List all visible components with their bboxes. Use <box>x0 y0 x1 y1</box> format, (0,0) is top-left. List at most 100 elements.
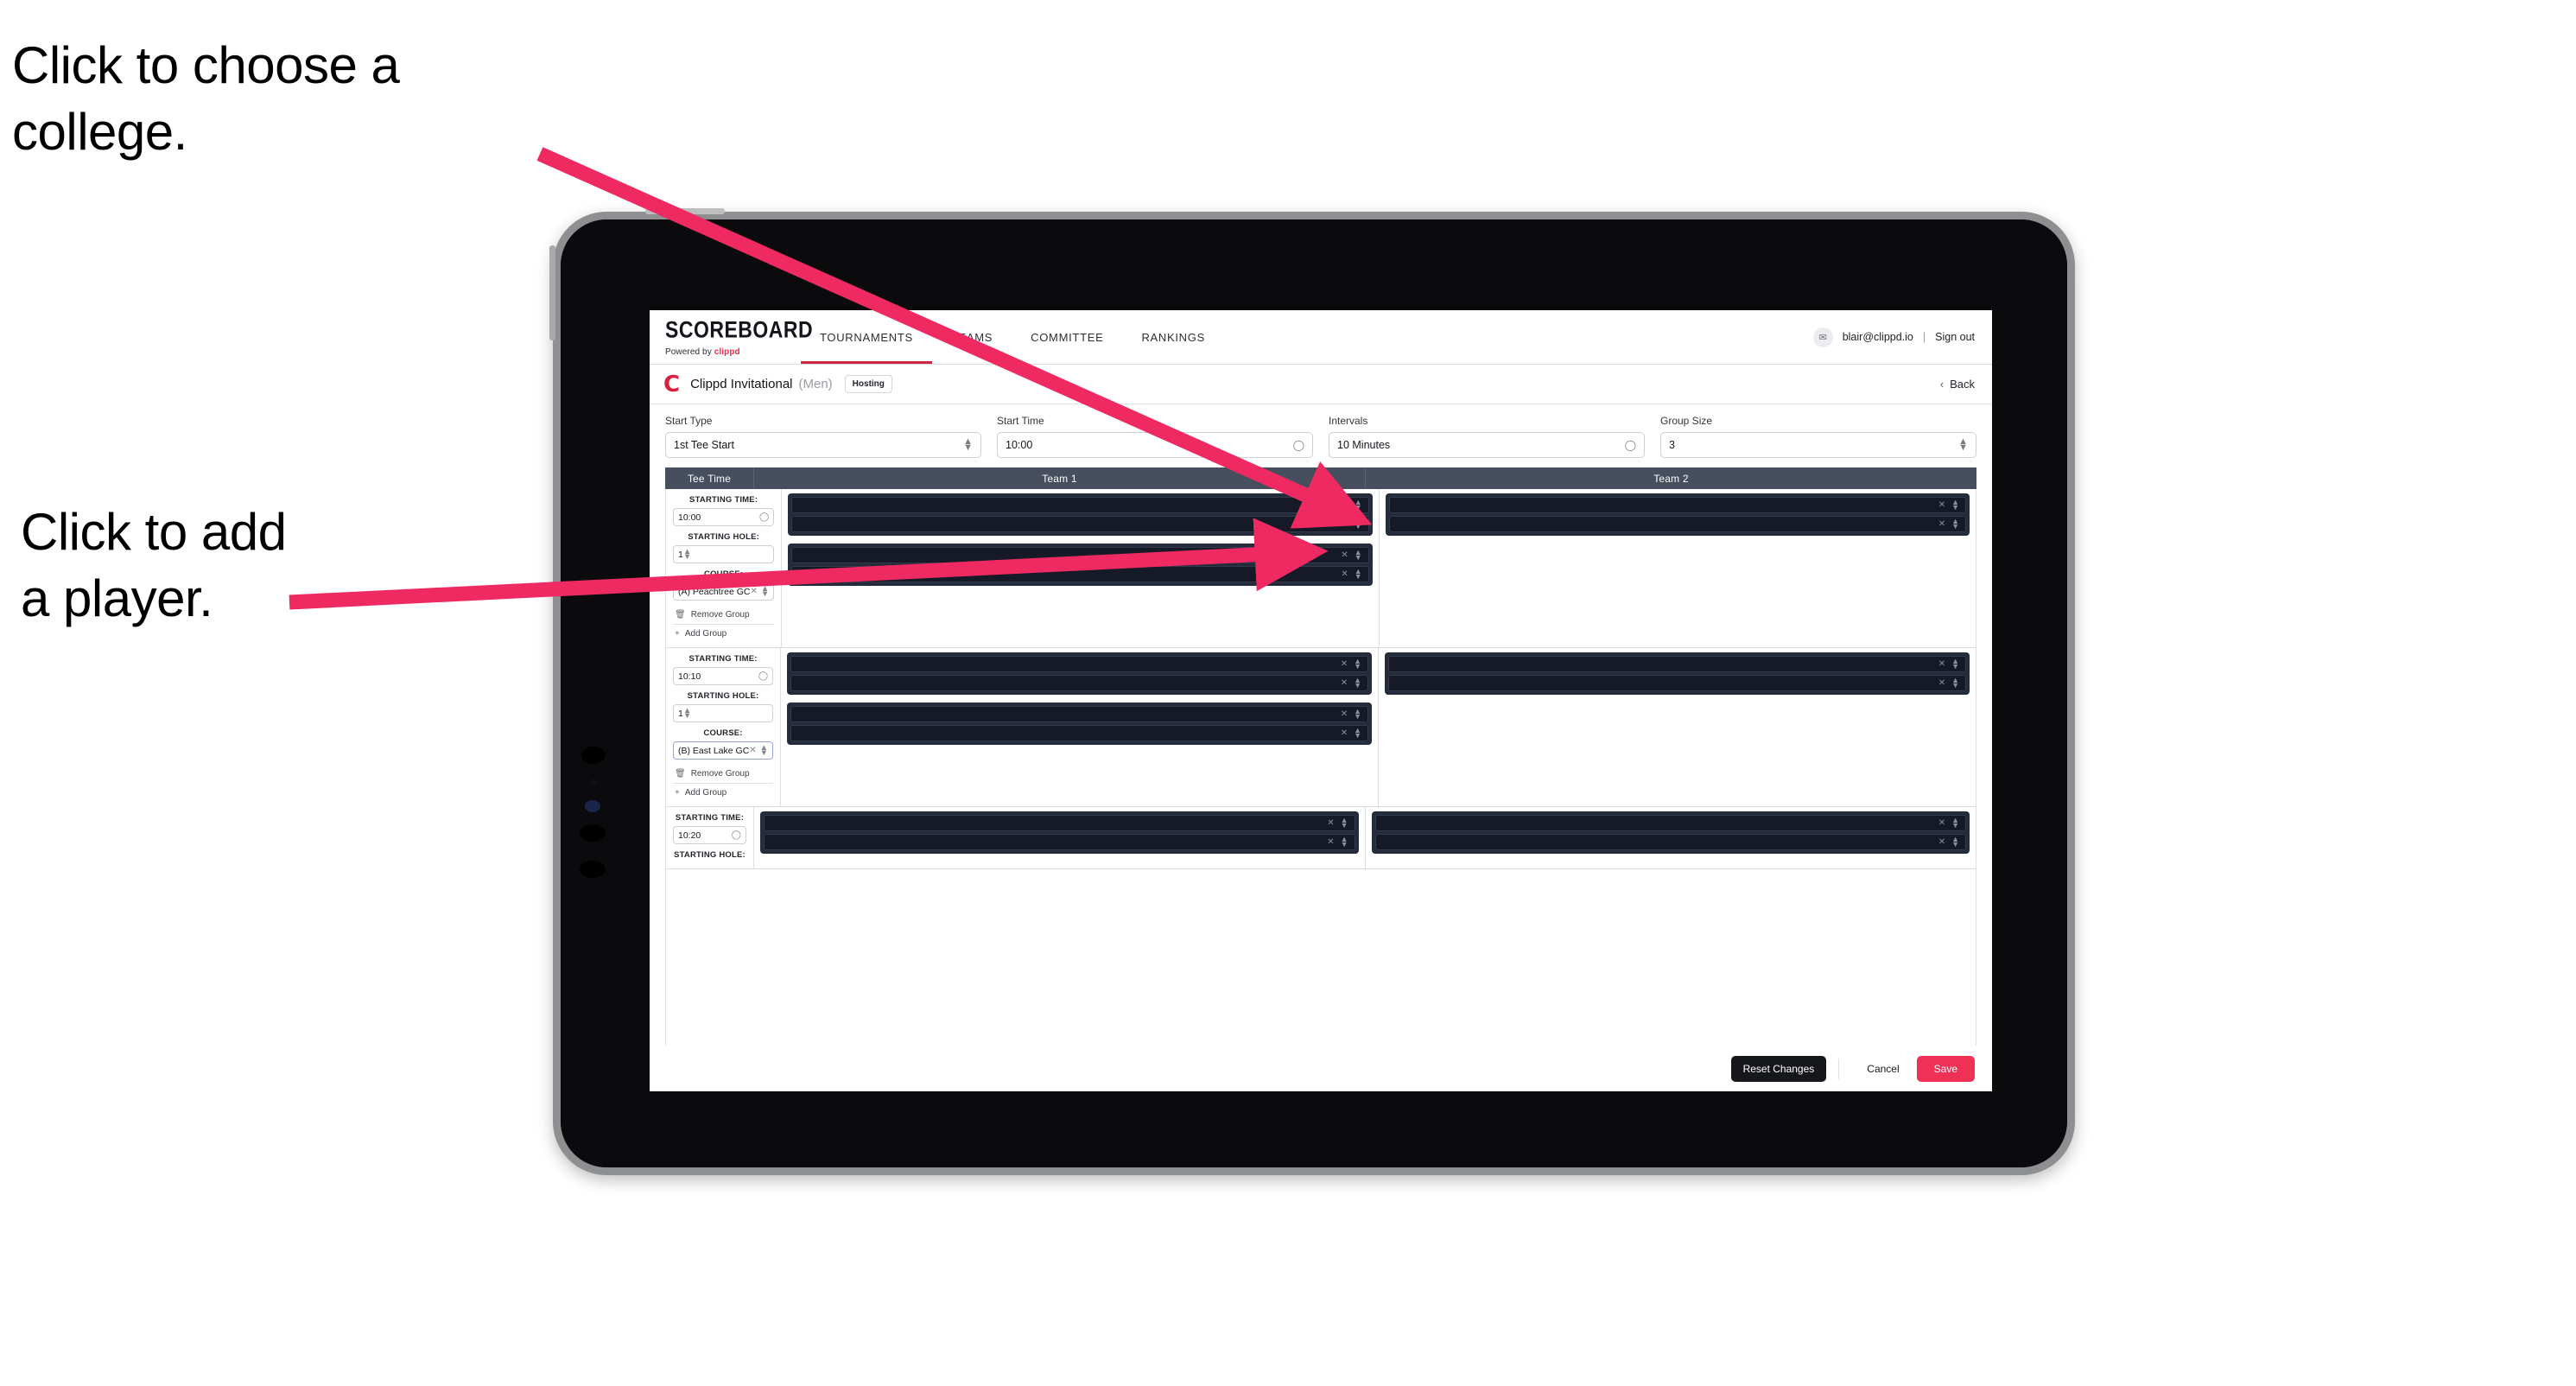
starting-time-input[interactable]: 10:20 ◯ <box>673 826 746 844</box>
course-label: COURSE: <box>704 569 744 579</box>
annotation-add-player: Click to add a player. <box>21 503 287 627</box>
player-select-slot[interactable]: ✕ ▲ ▼ <box>791 516 1369 532</box>
starting-hole-stepper[interactable]: 1 ▲ ▼ <box>673 545 775 563</box>
course-select[interactable]: (A) Peachtree GC ✕ ▲ ▼ <box>673 582 775 601</box>
close-icon[interactable]: ✕ <box>1938 519 1945 529</box>
player-select-slot[interactable]: ✕ ▲ ▼ <box>791 497 1369 513</box>
remove-group-label: Remove Group <box>690 610 750 620</box>
player-slot-icons: ✕ ▲ ▼ <box>1327 816 1348 829</box>
avatar[interactable]: ✉ <box>1812 327 1833 347</box>
player-select-slot[interactable]: ✕ ▲ ▼ <box>1388 497 1966 513</box>
chevron-updown-icon[interactable]: ▲ ▼ <box>1354 726 1361 739</box>
save-button[interactable]: Save <box>1916 1056 1975 1082</box>
brand-logo[interactable]: SCOREBOARD Powered by clippd <box>650 310 813 364</box>
player-select-slot[interactable]: ✕ ▲ ▼ <box>764 834 1355 850</box>
close-icon[interactable]: ✕ <box>1341 550 1348 560</box>
player-select-slot[interactable]: ✕ ▲ ▼ <box>1388 656 1967 672</box>
player-select-slot[interactable]: ✕ ▲ ▼ <box>1388 675 1967 691</box>
field-group-size: Group Size 3 ▲ ▼ <box>1660 415 1976 458</box>
chevron-updown-icon[interactable]: ▲ ▼ <box>1951 517 1959 530</box>
player-select-slot[interactable]: ✕ ▲ ▼ <box>764 815 1355 831</box>
course-select[interactable]: (B) East Lake GC ✕ ▲ ▼ <box>673 741 774 760</box>
remove-group-button[interactable]: 🗑 Remove Group <box>673 766 773 782</box>
clock-icon: ◯ <box>759 512 770 522</box>
close-icon[interactable]: ✕ <box>1341 678 1348 688</box>
intervals-input[interactable]: 10 Minutes ◯ <box>1329 432 1645 458</box>
close-icon[interactable]: ✕ <box>1938 659 1945 669</box>
close-icon[interactable]: ✕ <box>749 746 759 755</box>
player-select-slot[interactable]: ✕ ▲ ▼ <box>790 725 1369 741</box>
back-label: Back <box>1950 378 1975 391</box>
player-select-slot[interactable]: ✕ ▲ ▼ <box>791 566 1369 582</box>
chevron-updown-icon[interactable]: ▲ ▼ <box>1354 657 1361 670</box>
chevron-updown-icon[interactable]: ▲ ▼ <box>1341 835 1348 848</box>
close-icon[interactable]: ✕ <box>1341 500 1348 510</box>
player-select-slot[interactable]: ✕ ▲ ▼ <box>790 656 1369 672</box>
player-select-slot[interactable]: ✕ ▲ ▼ <box>1374 834 1966 850</box>
chevron-updown-icon[interactable]: ▲ ▼ <box>1355 517 1362 530</box>
close-icon[interactable]: ✕ <box>1938 818 1945 828</box>
brand-subtitle-prefix: Powered by <box>665 346 712 357</box>
tab-tournaments[interactable]: TOURNAMENTS <box>801 310 932 364</box>
chevron-updown-icon[interactable]: ▲ ▼ <box>1951 816 1959 829</box>
close-icon[interactable]: ✕ <box>1341 519 1348 529</box>
back-button[interactable]: ‹ Back <box>1940 378 1975 391</box>
chevron-updown-icon[interactable]: ▲ ▼ <box>1354 676 1361 689</box>
close-icon[interactable]: ✕ <box>750 587 760 596</box>
divider <box>673 624 775 625</box>
player-group-card: ✕ ▲ ▼ ✕ ▲ ▼ <box>787 652 1373 695</box>
starting-time-input[interactable]: 10:10 ◯ <box>673 667 774 685</box>
chevron-updown-icon[interactable]: ▲ ▼ <box>1951 657 1959 670</box>
close-icon[interactable]: ✕ <box>1341 659 1348 669</box>
starting-time-input[interactable]: 10:00 ◯ <box>673 508 775 526</box>
add-group-button[interactable]: + Add Group <box>673 626 774 642</box>
starting-hole-label: STARTING HOLE: <box>687 691 759 701</box>
player-group-card: ✕ ▲ ▼ ✕ ▲ ▼ <box>1385 652 1970 695</box>
group-size-stepper[interactable]: 3 ▲ ▼ <box>1660 432 1976 458</box>
chevron-updown-icon[interactable]: ▲ ▼ <box>1354 707 1361 720</box>
chevron-updown-icon[interactable]: ▲ ▼ <box>1355 567 1362 580</box>
add-group-button[interactable]: + Add Group <box>673 785 773 801</box>
close-icon[interactable]: ✕ <box>1341 569 1348 579</box>
close-icon[interactable]: ✕ <box>1938 678 1945 688</box>
tab-teams[interactable]: TEAMS <box>932 310 1012 364</box>
tab-rankings[interactable]: RANKINGS <box>1122 310 1224 364</box>
player-select-slot[interactable]: ✕ ▲ ▼ <box>790 675 1369 691</box>
player-select-slot[interactable]: ✕ ▲ ▼ <box>1388 516 1966 532</box>
settings-row: Start Type 1st Tee Start ▲ ▼ Start Time 1… <box>650 404 1992 467</box>
remove-group-button[interactable]: 🗑 Remove Group <box>673 607 774 623</box>
start-type-select[interactable]: 1st Tee Start ▲ ▼ <box>665 432 981 458</box>
cancel-button[interactable]: Cancel <box>1855 1056 1911 1082</box>
close-icon[interactable]: ✕ <box>1341 728 1348 738</box>
starting-hole-label: STARTING HOLE: <box>688 532 760 542</box>
close-icon[interactable]: ✕ <box>1341 709 1348 719</box>
chevron-updown-icon[interactable]: ▲ ▼ <box>1355 548 1362 561</box>
nav-tabs: TOURNAMENTS TEAMS COMMITTEE RANKINGS <box>801 310 1224 364</box>
chevron-updown-icon[interactable]: ▲ ▼ <box>761 584 769 597</box>
start-type-value: 1st Tee Start <box>674 439 734 451</box>
chevron-updown-icon[interactable]: ▲ ▼ <box>1951 676 1959 689</box>
start-time-input[interactable]: 10:00 ◯ <box>997 432 1313 458</box>
reset-changes-button[interactable]: Reset Changes <box>1730 1056 1827 1082</box>
close-icon[interactable]: ✕ <box>1938 837 1945 847</box>
player-select-slot[interactable]: ✕ ▲ ▼ <box>790 706 1369 722</box>
tablet-power-button[interactable] <box>549 245 555 340</box>
starting-time-label: STARTING TIME: <box>689 495 758 505</box>
chevron-updown-icon[interactable]: ▲ ▼ <box>1355 498 1362 511</box>
player-select-slot[interactable]: ✕ ▲ ▼ <box>791 547 1369 563</box>
page-title: Clippd Invitational <box>690 377 793 391</box>
starting-hole-stepper[interactable]: 1 ▲ ▼ <box>673 704 774 722</box>
sign-out-link[interactable]: Sign out <box>1935 331 1975 343</box>
tournament-gender: (Men) <box>798 377 833 391</box>
close-icon[interactable]: ✕ <box>1327 837 1334 847</box>
close-icon[interactable]: ✕ <box>1938 500 1945 510</box>
chevron-updown-icon[interactable]: ▲ ▼ <box>1341 816 1348 829</box>
chevron-updown-icon[interactable]: ▲ ▼ <box>760 743 768 756</box>
chevron-updown-icon[interactable]: ▲ ▼ <box>1951 835 1959 848</box>
tablet-volume-button[interactable] <box>645 208 725 214</box>
chevron-updown-icon[interactable]: ▲ ▼ <box>1951 498 1959 511</box>
close-icon[interactable]: ✕ <box>1327 818 1334 828</box>
column-header-team-2: Team 2 <box>1653 472 1689 485</box>
player-select-slot[interactable]: ✕ ▲ ▼ <box>1374 815 1966 831</box>
tab-committee[interactable]: COMMITTEE <box>1012 310 1122 364</box>
